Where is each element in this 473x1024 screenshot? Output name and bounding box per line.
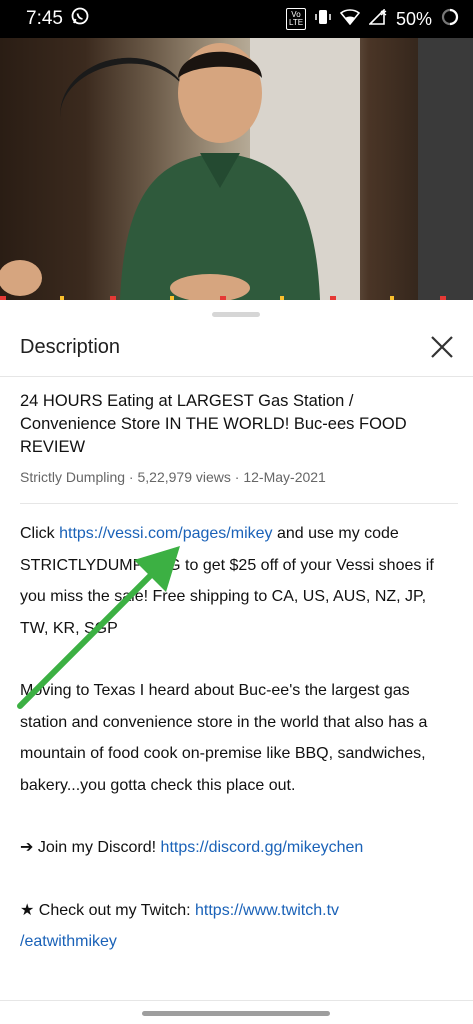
- desc-text: ★ Check out my Twitch:: [20, 901, 195, 919]
- video-person: [120, 43, 320, 300]
- discord-line: ➔ Join my Discord! https://discord.gg/mi…: [20, 832, 453, 864]
- description-paragraph: Moving to Texas I heard about Buc-ee's t…: [20, 682, 428, 794]
- video-background-fridge: [418, 38, 473, 300]
- video-title: 24 HOURS Eating at LARGEST Gas Station /…: [20, 392, 407, 456]
- meta-separator: ·: [125, 469, 138, 485]
- signal-icon: [368, 7, 387, 30]
- vessi-link[interactable]: https://vessi.com/pages/mikey: [59, 525, 272, 542]
- discord-link[interactable]: https://discord.gg/mikeychen: [161, 839, 364, 856]
- desc-text: Click: [20, 525, 60, 542]
- view-count: 5,22,979 views: [137, 469, 231, 485]
- close-button[interactable]: [427, 332, 457, 362]
- sheet-header: Description: [0, 326, 473, 377]
- description-paragraph: Click https://vessi.com/pages/mikey and …: [20, 518, 453, 644]
- video-hand: [0, 260, 42, 296]
- description-sheet: Description 24 HOURS Eating at LARGEST G…: [0, 300, 473, 1024]
- sheet-title: Description: [20, 336, 121, 358]
- bottom-divider: [0, 1000, 473, 1001]
- desc-text: ➔ Join my Discord!: [20, 839, 161, 856]
- upload-date: 12-May-2021: [243, 469, 326, 485]
- video-player[interactable]: [0, 38, 473, 300]
- video-meta: Strictly Dumpling · 5,22,979 views · 12-…: [20, 469, 453, 485]
- twitch-line: ★ Check out my Twitch: https://www.twitc…: [20, 895, 453, 958]
- channel-name[interactable]: Strictly Dumpling: [20, 469, 125, 485]
- volte-icon: Vo LTE: [285, 8, 306, 30]
- whatsapp-icon: [71, 7, 89, 31]
- meta-separator: ·: [230, 469, 244, 485]
- battery-icon: [441, 8, 459, 31]
- wifi-icon: [339, 8, 361, 30]
- description-content: 24 HOURS Eating at LARGEST Gas Station /…: [20, 390, 458, 958]
- twitch-link-continued[interactable]: /eatwithmikey: [20, 933, 117, 950]
- divider: [20, 503, 458, 504]
- status-bar: 7:45 Vo LTE 50%: [0, 0, 473, 38]
- twitch-link[interactable]: https://www.twitch.tv: [195, 902, 339, 919]
- status-time: 7:45: [26, 8, 63, 29]
- battery-percent: 50%: [395, 8, 432, 29]
- close-icon: [431, 336, 453, 358]
- description-text: Click https://vessi.com/pages/mikey and …: [20, 518, 453, 958]
- gesture-nav-bar[interactable]: [142, 1011, 330, 1016]
- vibrate-icon: [315, 8, 331, 31]
- drag-handle[interactable]: [212, 312, 260, 317]
